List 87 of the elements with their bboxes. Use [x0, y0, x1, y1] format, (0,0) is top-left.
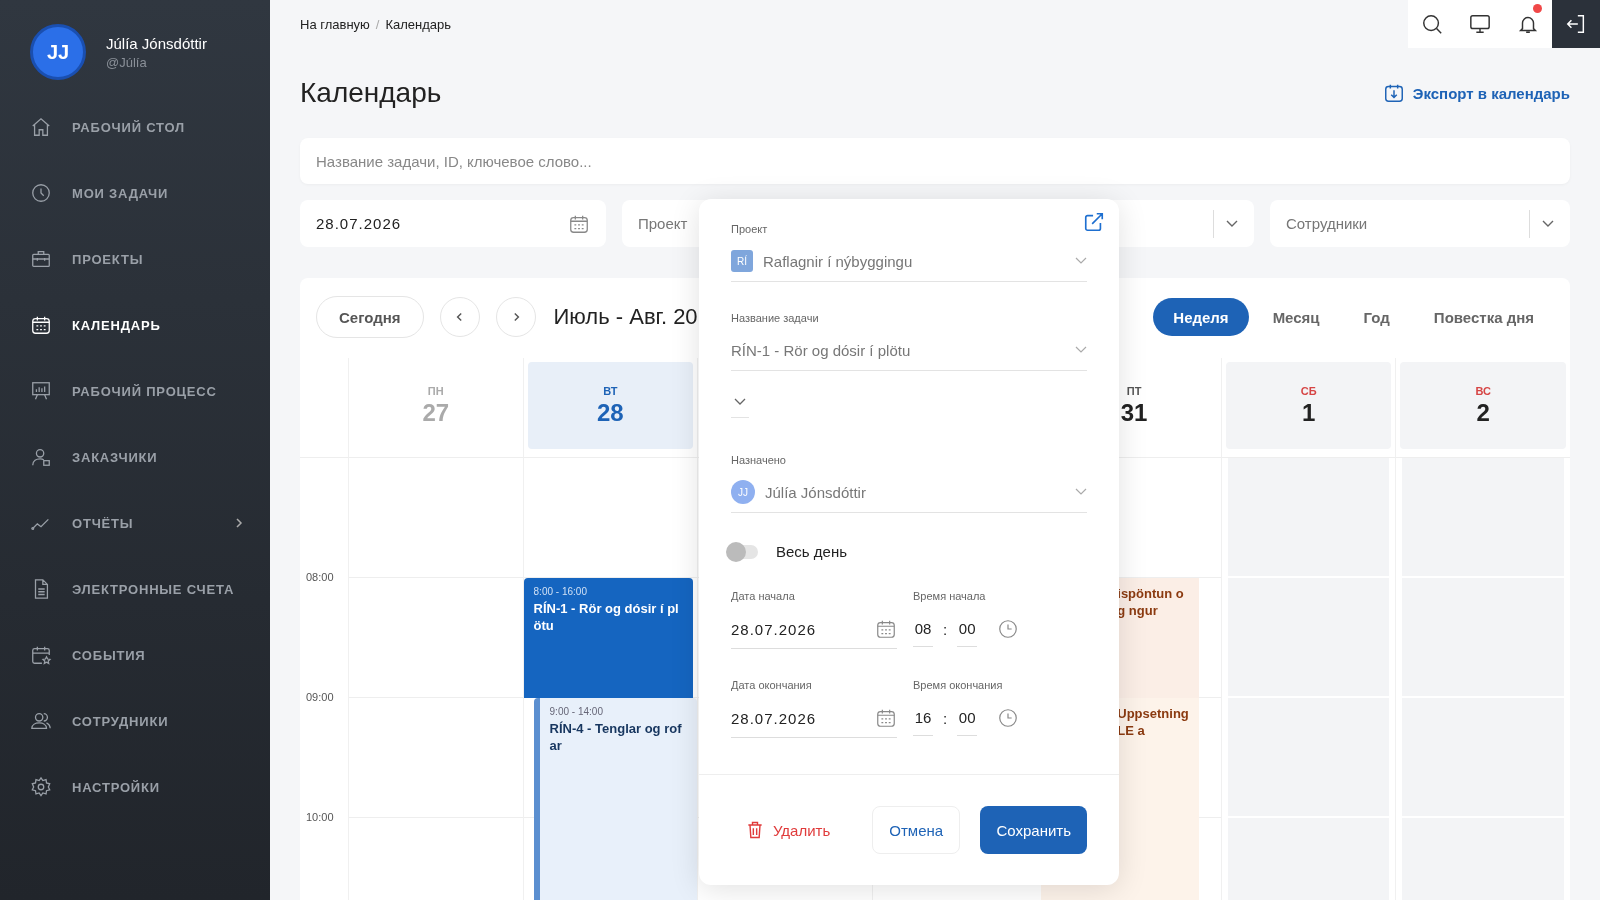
nav-item[interactable]: МОИ ЗАДАЧИ: [30, 160, 270, 226]
chevron-down-icon: [734, 398, 746, 406]
hour-label: 10:00: [306, 811, 334, 823]
clock-icon: [30, 182, 52, 204]
field-label: Дата начала: [731, 590, 796, 602]
view-tab[interactable]: Неделя: [1153, 298, 1249, 336]
breadcrumb-link[interactable]: На главную: [300, 16, 370, 32]
customer-icon: [30, 446, 52, 468]
nav-item[interactable]: НАСТРОЙКИ: [30, 754, 270, 820]
calendar-icon: [30, 314, 52, 336]
date-field[interactable]: 28.07.2026: [300, 200, 606, 247]
monitor-icon: [1469, 13, 1491, 35]
trash-icon: [745, 820, 765, 840]
today-button[interactable]: Сегодня: [316, 296, 424, 338]
board-icon: [30, 380, 52, 402]
hour-label: 09:00: [306, 691, 334, 703]
nav-item[interactable]: РАБОЧИЙ ПРОЦЕСС: [30, 358, 270, 424]
open-external-icon[interactable]: [1083, 211, 1105, 233]
search-field[interactable]: Название задачи, ID, ключевое слово...: [300, 138, 1570, 184]
project-badge: RÍ: [731, 250, 753, 272]
chevron-down-icon: [1226, 219, 1238, 228]
nav-item[interactable]: СОТРУДНИКИ: [30, 688, 270, 754]
nav-item[interactable]: СОБЫТИЯ: [30, 622, 270, 688]
chevron-down-icon: [1075, 257, 1087, 265]
field-label: Проект: [731, 223, 769, 235]
breadcrumb-separator: /: [375, 16, 380, 32]
date-field[interactable]: 28.07.2026: [731, 699, 897, 738]
chevron-down-icon: [1542, 219, 1554, 228]
calendar-icon: [875, 707, 897, 729]
clock-icon[interactable]: [997, 618, 1020, 640]
day-header[interactable]: СБ 1: [1225, 362, 1392, 449]
user-handle: @Júlía: [106, 54, 148, 70]
nav-item[interactable]: ЭЛЕКТРОННЫЕ СЧЕТА: [30, 556, 270, 622]
assignee-select[interactable]: JJ Júlía Jónsdóttir: [731, 472, 1087, 513]
calendar-download-icon: [1382, 82, 1405, 104]
minute-field[interactable]: 00: [957, 611, 978, 647]
day-header[interactable]: ВТ 28: [527, 362, 694, 449]
calendar-event[interactable]: 8:00 - 16:00 RÍN-1 - Rör og dósir í plötu: [523, 578, 694, 698]
view-tab[interactable]: Месяц: [1252, 298, 1340, 336]
calendar-icon: [875, 618, 897, 640]
cancel-button[interactable]: Отмена: [872, 806, 961, 854]
calendar-event[interactable]: 9:00 - 14:00 RÍN-4 - Tenglar og rofar: [533, 698, 698, 900]
user-avatar[interactable]: JJ: [30, 24, 86, 80]
user-name: Júlía Jónsdóttir: [106, 34, 207, 52]
breadcrumb-current: Календарь: [385, 16, 452, 32]
chevron-down-icon: [1075, 488, 1087, 496]
logout-icon: [1565, 13, 1587, 35]
logout-button[interactable]: [1552, 0, 1600, 48]
assignee-avatar: JJ: [731, 480, 755, 504]
briefcase-icon: [30, 248, 52, 270]
field-label: Дата окончания: [731, 679, 813, 691]
hour-label: 08:00: [306, 571, 334, 583]
view-tab[interactable]: Год: [1343, 298, 1410, 336]
view-tab[interactable]: Повестка дня: [1413, 298, 1554, 336]
field-label: Время начала: [913, 590, 987, 602]
all-day-label: Весь день: [776, 543, 848, 560]
task-select[interactable]: RÍN-1 - Rör og dósir í plötu: [731, 330, 1087, 371]
nav-item[interactable]: КАЛЕНДАРЬ: [30, 292, 270, 358]
all-day-toggle[interactable]: [728, 544, 758, 559]
time-separator: :: [943, 709, 948, 727]
chevron-down-icon: [1075, 346, 1087, 354]
clock-icon[interactable]: [997, 707, 1020, 729]
minute-field[interactable]: 00: [957, 700, 978, 736]
hour-field[interactable]: 08: [913, 611, 933, 647]
event-icon: [30, 644, 52, 666]
delete-button[interactable]: Удалить: [739, 819, 837, 841]
project-select[interactable]: RÍ Raflagnir í nýbyggingu: [731, 241, 1087, 282]
employees-select[interactable]: Сотрудники: [1270, 200, 1570, 247]
gear-icon: [30, 776, 52, 798]
people-icon: [30, 710, 52, 732]
hour-field[interactable]: 16: [913, 700, 933, 736]
export-link[interactable]: Экспорт в календарь: [1382, 82, 1570, 104]
nav-item[interactable]: ЗАКАЗЧИКИ: [30, 424, 270, 490]
field-label: Название задачи: [731, 312, 820, 324]
search-icon: [1421, 13, 1443, 35]
time-separator: :: [943, 620, 948, 638]
field-label: Назначено: [731, 454, 787, 466]
nav-item[interactable]: ОТЧЁТЫ: [30, 490, 270, 556]
date-field[interactable]: 28.07.2026: [731, 610, 897, 649]
date-range-title: Июль - Авг. 20: [553, 304, 698, 330]
page-title: Календарь: [300, 77, 442, 109]
home-icon: [30, 116, 52, 138]
save-button[interactable]: Сохранить: [980, 806, 1087, 854]
nav-item[interactable]: РАБОЧИЙ СТОЛ: [30, 94, 270, 160]
nav-item[interactable]: ПРОЕКТЫ: [30, 226, 270, 292]
day-header[interactable]: ВС 2: [1400, 362, 1566, 449]
field-label: Время окончания: [913, 679, 1004, 691]
